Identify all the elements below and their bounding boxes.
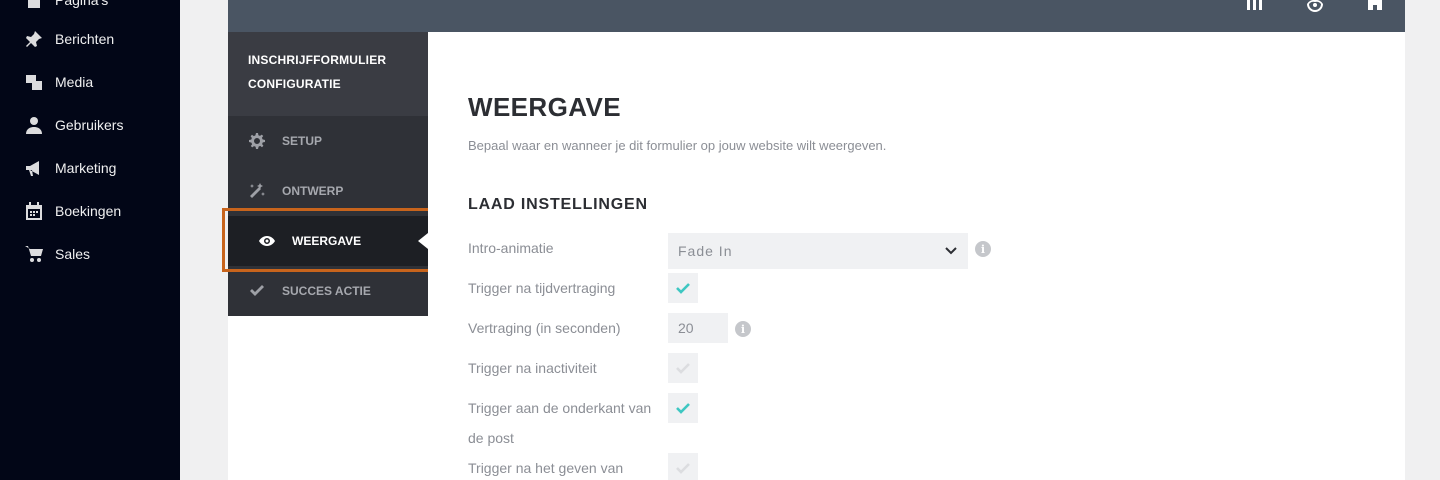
trigger-inactivity-checkbox[interactable] [668, 353, 698, 383]
wp-menu-users[interactable]: Gebruikers [0, 105, 180, 145]
calendar-icon [24, 201, 44, 221]
info-icon[interactable]: i [735, 321, 751, 337]
wp-menu-marketing[interactable]: Marketing [0, 148, 180, 188]
account-icon[interactable] [1304, 0, 1326, 12]
wp-menu-media[interactable]: Media [0, 62, 180, 102]
active-pointer [418, 233, 428, 249]
wp-menu-posts[interactable]: Berichten [0, 19, 180, 59]
section-title: LAAD INSTELLINGEN [468, 196, 648, 213]
checkmark-icon [676, 403, 690, 414]
page-subtitle: Bepaal waar en wanneer je dit formulier … [468, 138, 887, 153]
plugin-nav-title-line1: INSCHRIJFFORMULIER [248, 53, 387, 67]
wp-menu-label: Boekingen [55, 203, 122, 219]
intro-animation-label: Intro-animatie [468, 240, 554, 256]
trigger-bottom-label: Trigger aan de onderkant van de post [468, 400, 652, 446]
nav-item-label: SETUP [282, 134, 323, 148]
plugin-nav-title-line2: CONFIGURATIE [248, 77, 341, 91]
plugin-topbar [228, 0, 1405, 32]
home-icon[interactable] [1364, 0, 1386, 12]
nav-item-design[interactable]: ONTWERP [228, 166, 428, 216]
wp-menu-label: Gebruikers [55, 117, 124, 133]
trigger-delay-label: Trigger na tijdvertraging [468, 280, 616, 296]
nav-item-success-action[interactable]: SUCCES ACTIE [228, 266, 428, 316]
magic-wand-icon [248, 182, 266, 200]
page-title: WEERGAVE [468, 92, 621, 122]
eye-icon [258, 232, 276, 250]
chevron-down-icon [944, 243, 958, 260]
wp-menu-sales[interactable]: Sales [0, 234, 180, 274]
main-content: WEERGAVE Bepaal waar en wanneer je dit f… [428, 32, 1405, 480]
intro-animation-value: Fade In [678, 243, 733, 259]
trigger-comment-checkbox[interactable] [668, 453, 698, 480]
media-icon [24, 72, 44, 92]
nav-item-setup[interactable]: SETUP [228, 116, 428, 166]
trigger-inactivity-label: Trigger na inactiviteit [468, 360, 597, 376]
gear-icon [248, 132, 266, 150]
cart-icon [24, 244, 44, 264]
plugin-nav-title: INSCHRIJFFORMULIER CONFIGURATIE [228, 32, 428, 116]
delay-seconds-input[interactable]: 20 [668, 313, 728, 343]
info-icon[interactable]: i [975, 241, 991, 257]
plugin-nav: INSCHRIJFFORMULIER CONFIGURATIE SETUP ON… [228, 32, 428, 316]
wp-menu-label: Media [55, 74, 94, 90]
nav-item-label: SUCCES ACTIE [282, 284, 371, 298]
delay-seconds-label: Vertraging (in seconden) [468, 320, 621, 336]
intro-animation-select[interactable]: Fade In [668, 233, 968, 269]
pin-icon [24, 29, 44, 49]
wp-menu-bookings[interactable]: Boekingen [0, 191, 180, 231]
megaphone-icon [24, 158, 44, 178]
user-icon [24, 115, 44, 135]
checkmark-icon [676, 463, 690, 474]
wp-menu-label: Pagina's [55, 0, 109, 8]
wp-menu-label: Marketing [55, 160, 117, 176]
page-icon [24, 0, 44, 10]
checkmark-icon [676, 363, 690, 374]
nav-item-label: WEERGAVE [292, 234, 362, 248]
nav-item-display[interactable]: WEERGAVE [228, 216, 428, 266]
columns-icon[interactable] [1244, 0, 1266, 12]
nav-item-label: ONTWERP [282, 184, 344, 198]
wp-admin-sidebar: Pagina's Berichten Media Gebruikers Mark… [0, 0, 180, 480]
wp-menu-label: Berichten [55, 31, 115, 47]
trigger-comment-label: Trigger na het geven van [468, 460, 624, 476]
checkmark-icon [248, 282, 266, 300]
trigger-bottom-checkbox[interactable] [668, 393, 698, 423]
trigger-delay-checkbox[interactable] [668, 273, 698, 303]
checkmark-icon [676, 283, 690, 294]
wp-menu-pages[interactable]: Pagina's [0, 0, 180, 20]
wp-menu-label: Sales [55, 246, 91, 262]
